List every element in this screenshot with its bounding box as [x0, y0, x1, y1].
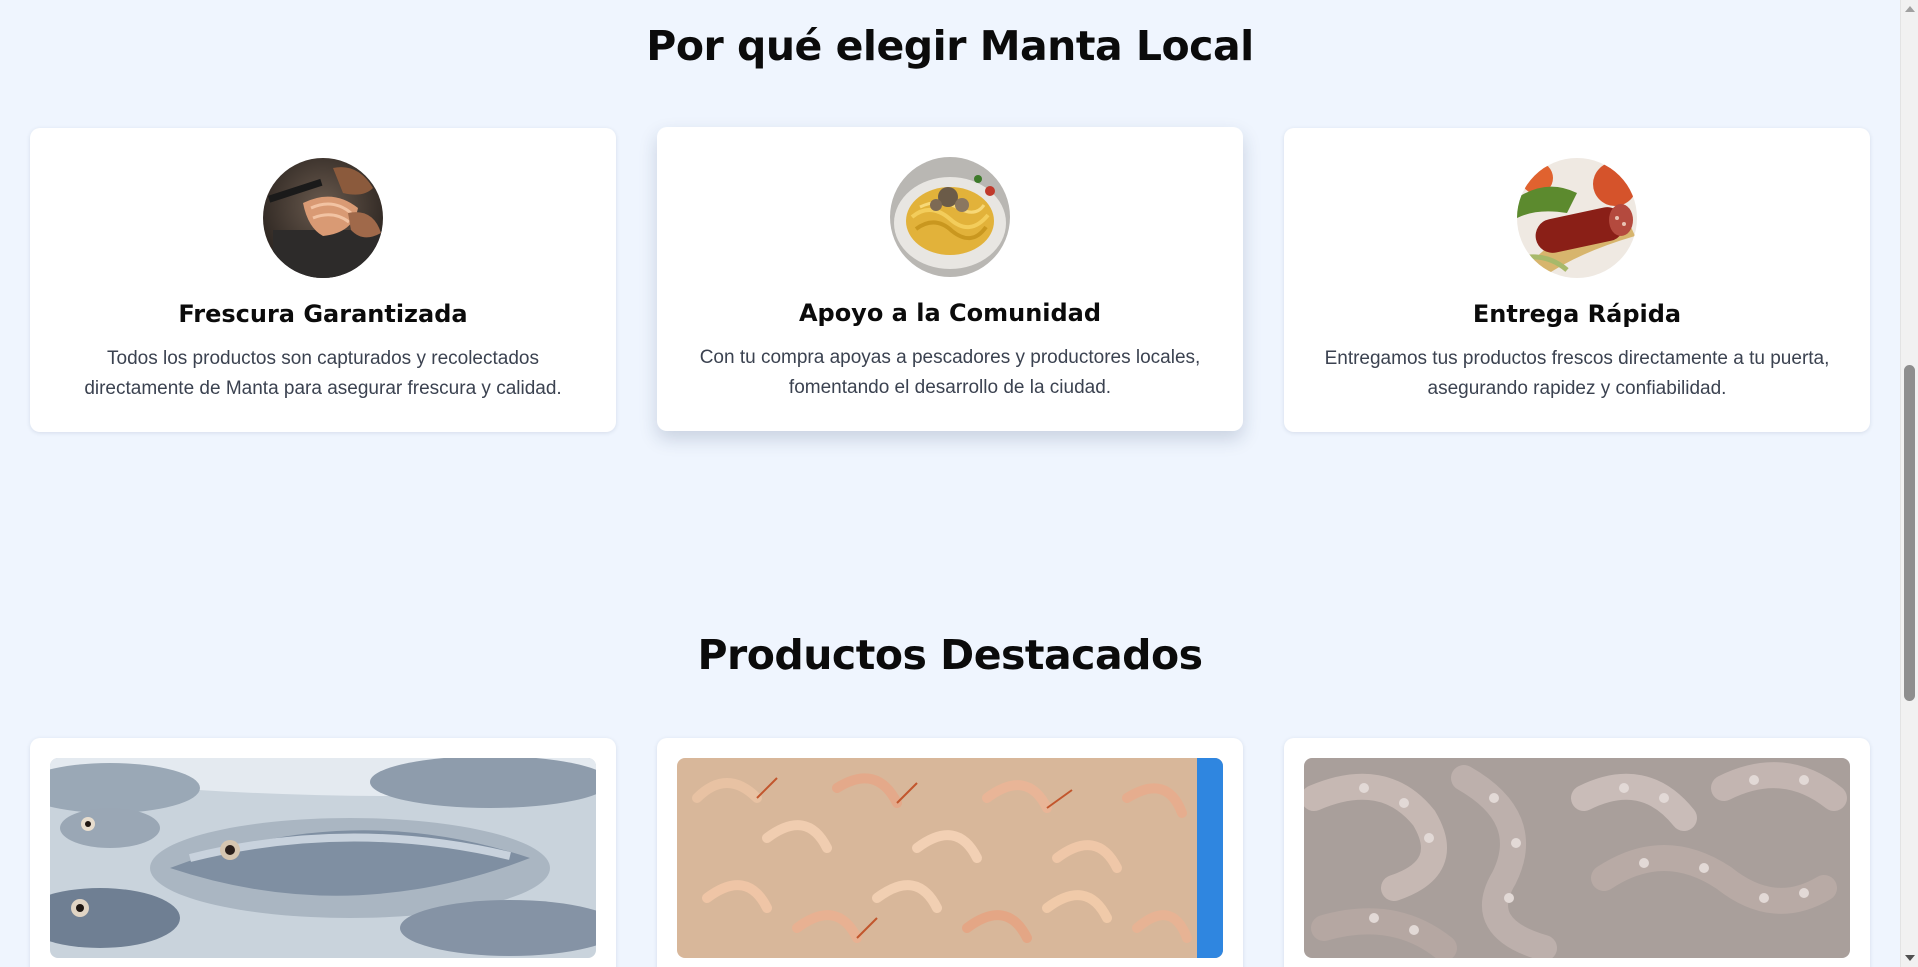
- feature-card-delivery: Entrega Rápida Entregamos tus productos …: [1284, 128, 1870, 432]
- vertical-scrollbar[interactable]: [1900, 0, 1918, 967]
- product-card[interactable]: [30, 738, 616, 967]
- octopus-photo[interactable]: [1304, 758, 1850, 958]
- feature-description: Entregamos tus productos frescos directa…: [1324, 348, 1830, 399]
- page: Por qué elegir Manta Local Frescura Gara…: [0, 0, 1918, 967]
- why-section-title: Por qué elegir Manta Local: [646, 22, 1254, 70]
- products-section-title: Productos Destacados: [697, 631, 1203, 679]
- scroll-down-icon[interactable]: [1905, 955, 1915, 961]
- sausage-photo: [1517, 158, 1637, 278]
- product-card[interactable]: [1284, 738, 1870, 967]
- feature-description: Todos los productos son capturados y rec…: [84, 348, 562, 399]
- feature-title: Frescura Garantizada: [178, 300, 468, 328]
- feature-description: Con tu compra apoyas a pescadores y prod…: [699, 347, 1201, 398]
- feature-card-community: Apoyo a la Comunidad Con tu compra apoya…: [657, 127, 1243, 431]
- product-card[interactable]: [657, 738, 1243, 967]
- scrollbar-thumb[interactable]: [1904, 365, 1915, 701]
- fresh-fish-on-ice-photo[interactable]: [50, 758, 596, 958]
- feature-title: Apoyo a la Comunidad: [798, 299, 1102, 327]
- feature-title: Entrega Rápida: [1472, 300, 1682, 328]
- main-content: Por qué elegir Manta Local Frescura Gara…: [0, 0, 1900, 967]
- shrimp-photo[interactable]: [677, 758, 1223, 958]
- feature-card-freshness: Frescura Garantizada Todos los productos…: [30, 128, 616, 432]
- scroll-up-icon[interactable]: [1905, 6, 1915, 12]
- pasta-dish-photo: [890, 157, 1010, 277]
- fish-fillet-photo: [263, 158, 383, 278]
